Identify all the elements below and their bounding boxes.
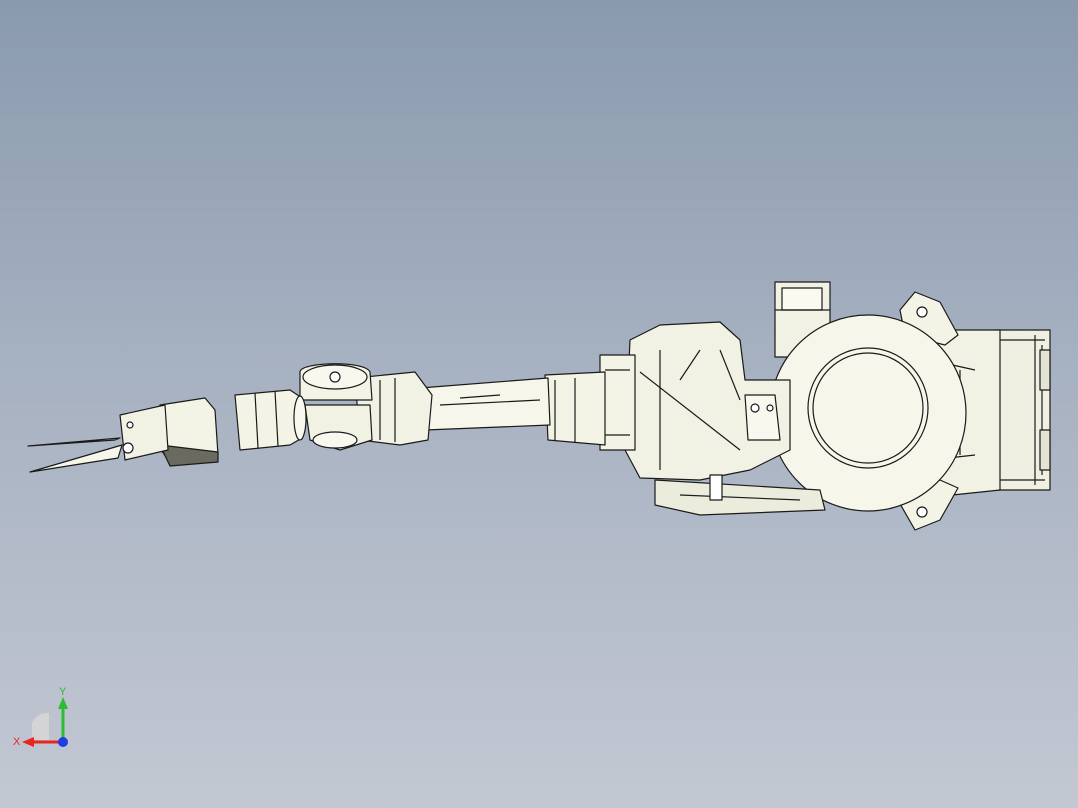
x-axis-arrow [22,737,34,747]
coordinate-triad: Y X [13,686,68,748]
x-axis-label: X [13,736,21,748]
shear-tool[interactable] [27,397,219,473]
upper-arm[interactable] [419,371,606,446]
wrist-flange[interactable] [234,389,307,451]
z-axis-dot [58,737,68,747]
elbow-joint[interactable] [299,363,433,451]
robot-arm-model[interactable] [0,0,1078,808]
y-axis-label: Y [59,686,67,698]
cad-viewport[interactable]: Y X [0,0,1078,808]
y-axis-arrow [58,697,68,709]
triad-plane [32,712,49,740]
rotation-disc[interactable] [769,314,967,512]
